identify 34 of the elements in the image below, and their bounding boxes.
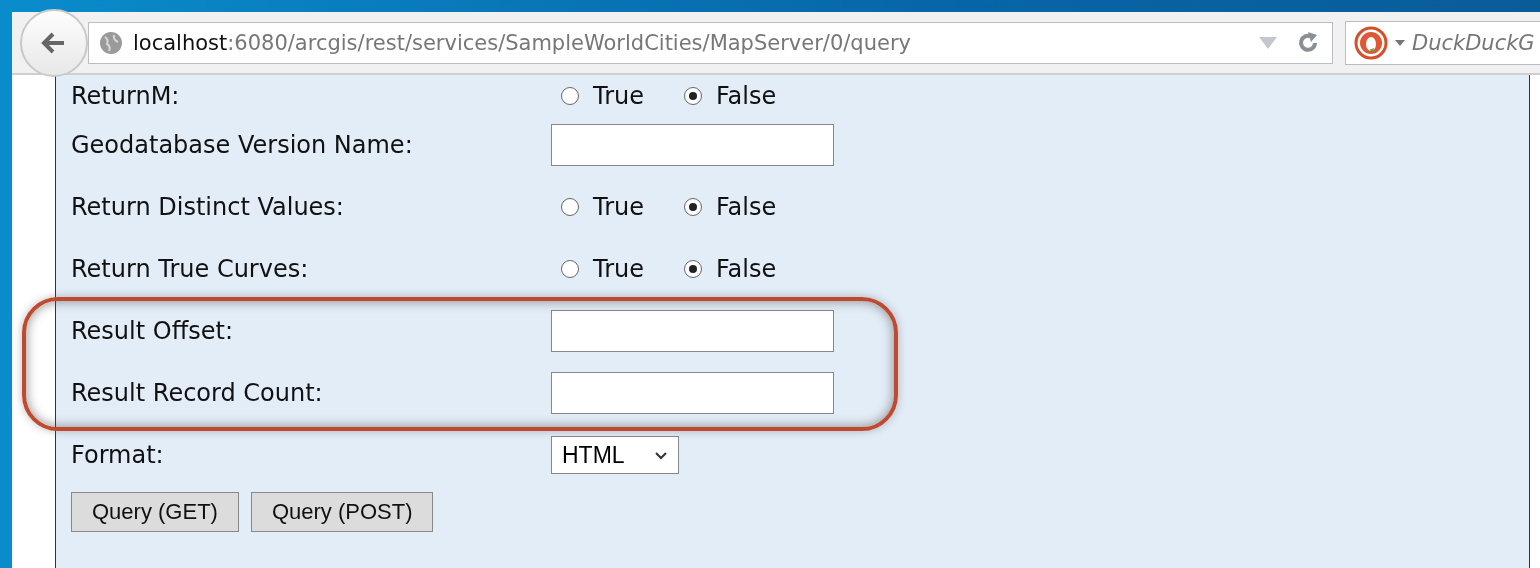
field-label: Format: [71, 441, 165, 469]
query-button[interactable]: Query (GET) [71, 492, 239, 532]
field-label: Return Distinct Values: [71, 193, 345, 221]
radio-label: False [716, 193, 777, 221]
radio-button[interactable] [684, 198, 702, 216]
radio-button[interactable] [561, 260, 579, 278]
reload-icon[interactable] [1296, 30, 1320, 55]
field-label: Geodatabase Version Name: [71, 131, 414, 159]
field-label: Return True Curves: [71, 255, 310, 283]
radio-label: False [716, 82, 777, 110]
radio-label: True [593, 193, 644, 221]
field-label: Result Offset: [71, 317, 234, 345]
radio-label: True [593, 82, 644, 110]
radio-button[interactable] [561, 198, 579, 216]
address-bar[interactable]: localhost:6080/arcgis/rest/services/SampleWorldCities/MapServer/0/query [88, 21, 1333, 64]
caret-icon[interactable] [1394, 38, 1406, 47]
field-label: Result Record Count: [71, 379, 324, 407]
back-arrow-icon [41, 30, 67, 55]
url-text: localhost:6080/arcgis/rest/services/SampleWorldCities/MapServer/0/query [133, 30, 912, 55]
text-field[interactable] [551, 124, 834, 166]
search-placeholder: DuckDuckG [1412, 30, 1535, 55]
chevron-icon [654, 450, 668, 460]
search-field[interactable]: DuckDuckG [1345, 20, 1540, 65]
duck-logo-icon [1354, 25, 1388, 60]
format-select[interactable]: HTML [551, 436, 679, 474]
query-button[interactable]: Query (POST) [250, 492, 434, 532]
field-label: ReturnM: [71, 82, 181, 110]
radio-button[interactable] [684, 260, 702, 278]
radio-label: False [716, 255, 777, 283]
text-field[interactable] [551, 372, 834, 414]
radio-button[interactable] [561, 87, 579, 105]
text-field[interactable] [551, 310, 834, 352]
radio-button[interactable] [684, 87, 702, 105]
radio-label: True [593, 255, 644, 283]
